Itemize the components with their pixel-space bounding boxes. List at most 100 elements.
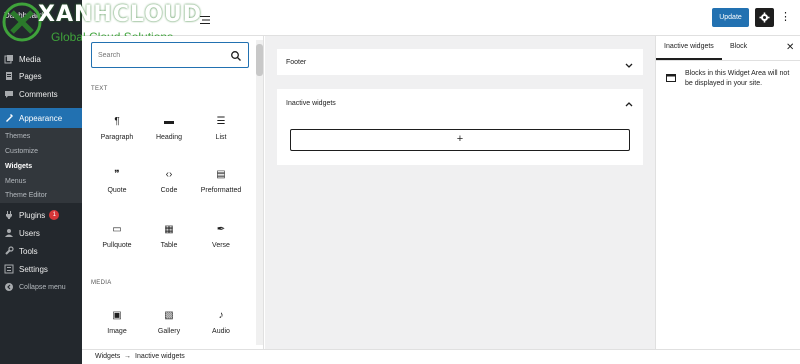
menu-users-label: Users xyxy=(19,228,40,238)
widgets-editor-canvas: Footer Inactive widgets + xyxy=(265,36,655,349)
menu-comments-label: Comments xyxy=(19,89,58,99)
gear-icon xyxy=(755,12,774,31)
widget-area-footer[interactable]: Footer xyxy=(277,49,643,75)
submenu-theme-editor[interactable]: Theme Editor xyxy=(5,192,47,199)
block-table[interactable]: ▦ Table xyxy=(144,220,194,260)
quote-icon: ❞ xyxy=(114,169,120,180)
block-quote[interactable]: ❞ Quote xyxy=(92,165,142,205)
block-label: Image xyxy=(107,328,127,335)
brand-name: XANHCLOUD xyxy=(38,2,203,27)
text-section-title: TEXT xyxy=(91,86,108,92)
audio-icon: ♪ xyxy=(218,310,224,321)
menu-appearance-label: Appearance xyxy=(19,113,63,123)
chevron-down-icon[interactable] xyxy=(624,57,634,68)
tab-block[interactable]: Block xyxy=(730,43,747,50)
block-label: Heading xyxy=(155,134,183,141)
block-label: Quote xyxy=(107,187,127,194)
chevron-up-icon[interactable] xyxy=(624,97,634,107)
block-inserter-panel: TEXT ¶ Paragraph ▬ Heading ☰ List ❞ Quot… xyxy=(82,36,264,349)
block-search-input[interactable] xyxy=(98,49,218,61)
block-label: Audio xyxy=(212,328,230,335)
users-icon xyxy=(4,228,14,238)
collapse-icon xyxy=(4,282,14,292)
block-gallery[interactable]: ▧ Gallery xyxy=(144,306,194,346)
block-label: Code xyxy=(160,187,178,194)
block-label: Table xyxy=(160,242,178,249)
media-icon xyxy=(4,54,14,64)
plugins-icon xyxy=(4,210,14,220)
media-section-title: MEDIA xyxy=(91,280,112,286)
tabs-divider xyxy=(656,60,800,61)
menu-collapse-label: Collapse menu xyxy=(19,283,66,291)
menu-plugins-label: Plugins xyxy=(19,210,46,220)
submenu-customize[interactable]: Customize xyxy=(5,148,38,155)
block-audio[interactable]: ♪ Audio xyxy=(196,306,246,346)
menu-pages-label: Pages xyxy=(19,71,42,81)
block-label: Pullquote xyxy=(102,242,132,249)
brand-logo-icon xyxy=(2,2,42,42)
menu-appearance[interactable]: Appearance xyxy=(0,108,82,128)
menu-settings[interactable]: Settings xyxy=(0,260,82,278)
submenu-menus[interactable]: Menus xyxy=(5,178,26,185)
pullquote-icon: ▭ xyxy=(112,224,122,235)
menu-media-label: Media xyxy=(19,54,41,64)
table-icon: ▦ xyxy=(164,224,174,235)
pages-icon xyxy=(4,71,14,81)
menu-settings-label: Settings xyxy=(19,264,48,274)
settings-toggle-button[interactable] xyxy=(755,8,774,27)
menu-users[interactable]: Users xyxy=(0,224,82,242)
block-label: Gallery xyxy=(157,328,181,335)
block-verse[interactable]: ✒ Verse xyxy=(196,220,246,260)
block-pullquote[interactable]: ▭ Pullquote xyxy=(92,220,142,260)
update-button[interactable]: Update xyxy=(712,8,749,27)
menu-pages[interactable]: Pages xyxy=(0,67,82,85)
heading-icon: ▬ xyxy=(164,116,174,127)
inserter-scroll-thumb[interactable] xyxy=(256,44,263,76)
block-search-field[interactable] xyxy=(91,42,249,68)
close-icon[interactable]: ✕ xyxy=(786,42,794,53)
appearance-submenu: Themes Customize Widgets Menus Theme Edi… xyxy=(0,128,82,203)
widget-area-footer-title: Footer xyxy=(286,59,307,66)
tab-inactive-widgets[interactable]: Inactive widgets xyxy=(664,43,714,50)
widget-area-inactive[interactable]: Inactive widgets + xyxy=(277,89,643,165)
submenu-themes[interactable]: Themes xyxy=(5,133,30,140)
block-label: Verse xyxy=(212,242,230,249)
appearance-icon xyxy=(4,113,14,123)
menu-tools[interactable]: Tools xyxy=(0,242,82,260)
menu-comments[interactable]: Comments xyxy=(0,85,82,103)
breadcrumb-widgets[interactable]: Widgets xyxy=(95,353,120,360)
paragraph-icon: ¶ xyxy=(114,116,120,127)
block-code[interactable]: ‹› Code xyxy=(144,165,194,205)
verse-icon: ✒ xyxy=(216,224,226,235)
block-image[interactable]: ▣ Image xyxy=(92,306,142,346)
add-block-button[interactable]: + xyxy=(290,129,630,151)
widget-area-description: Blocks in this Widget Area will not be d… xyxy=(685,70,790,87)
breadcrumb-separator: → xyxy=(124,353,131,360)
widget-area-inactive-title: Inactive widgets xyxy=(286,100,336,107)
more-options-button[interactable]: ⋮ xyxy=(780,8,791,27)
admin-sidebar: Dashboard Media Pages Comments Appearanc… xyxy=(0,0,82,364)
code-icon: ‹› xyxy=(165,169,173,180)
menu-plugins[interactable]: Plugins 1 xyxy=(0,206,82,224)
menu-media[interactable]: Media xyxy=(0,50,82,68)
block-paragraph[interactable]: ¶ Paragraph xyxy=(92,112,142,152)
block-list[interactable]: ☰ List xyxy=(196,112,246,152)
breadcrumb-inactive-widgets[interactable]: Inactive widgets xyxy=(135,353,185,360)
comments-icon xyxy=(4,89,14,99)
settings-sidebar: Inactive widgets Block ✕ Blocks in this … xyxy=(655,36,800,349)
preformatted-icon: ▤ xyxy=(216,169,226,180)
block-label: Preformatted xyxy=(200,187,242,194)
block-label: Paragraph xyxy=(100,134,134,141)
menu-collapse[interactable]: Collapse menu xyxy=(0,278,82,296)
block-preformatted[interactable]: ▤ Preformatted xyxy=(196,165,246,205)
image-icon: ▣ xyxy=(112,310,122,321)
inserter-scrollbar[interactable] xyxy=(256,40,263,345)
settings-icon xyxy=(4,264,14,274)
plugins-update-badge: 1 xyxy=(49,210,60,220)
block-heading[interactable]: ▬ Heading xyxy=(144,112,194,152)
gallery-icon: ▧ xyxy=(164,310,174,321)
tools-icon xyxy=(4,246,14,256)
submenu-widgets[interactable]: Widgets xyxy=(5,163,32,170)
search-icon xyxy=(230,49,242,61)
widget-area-icon xyxy=(666,70,676,82)
